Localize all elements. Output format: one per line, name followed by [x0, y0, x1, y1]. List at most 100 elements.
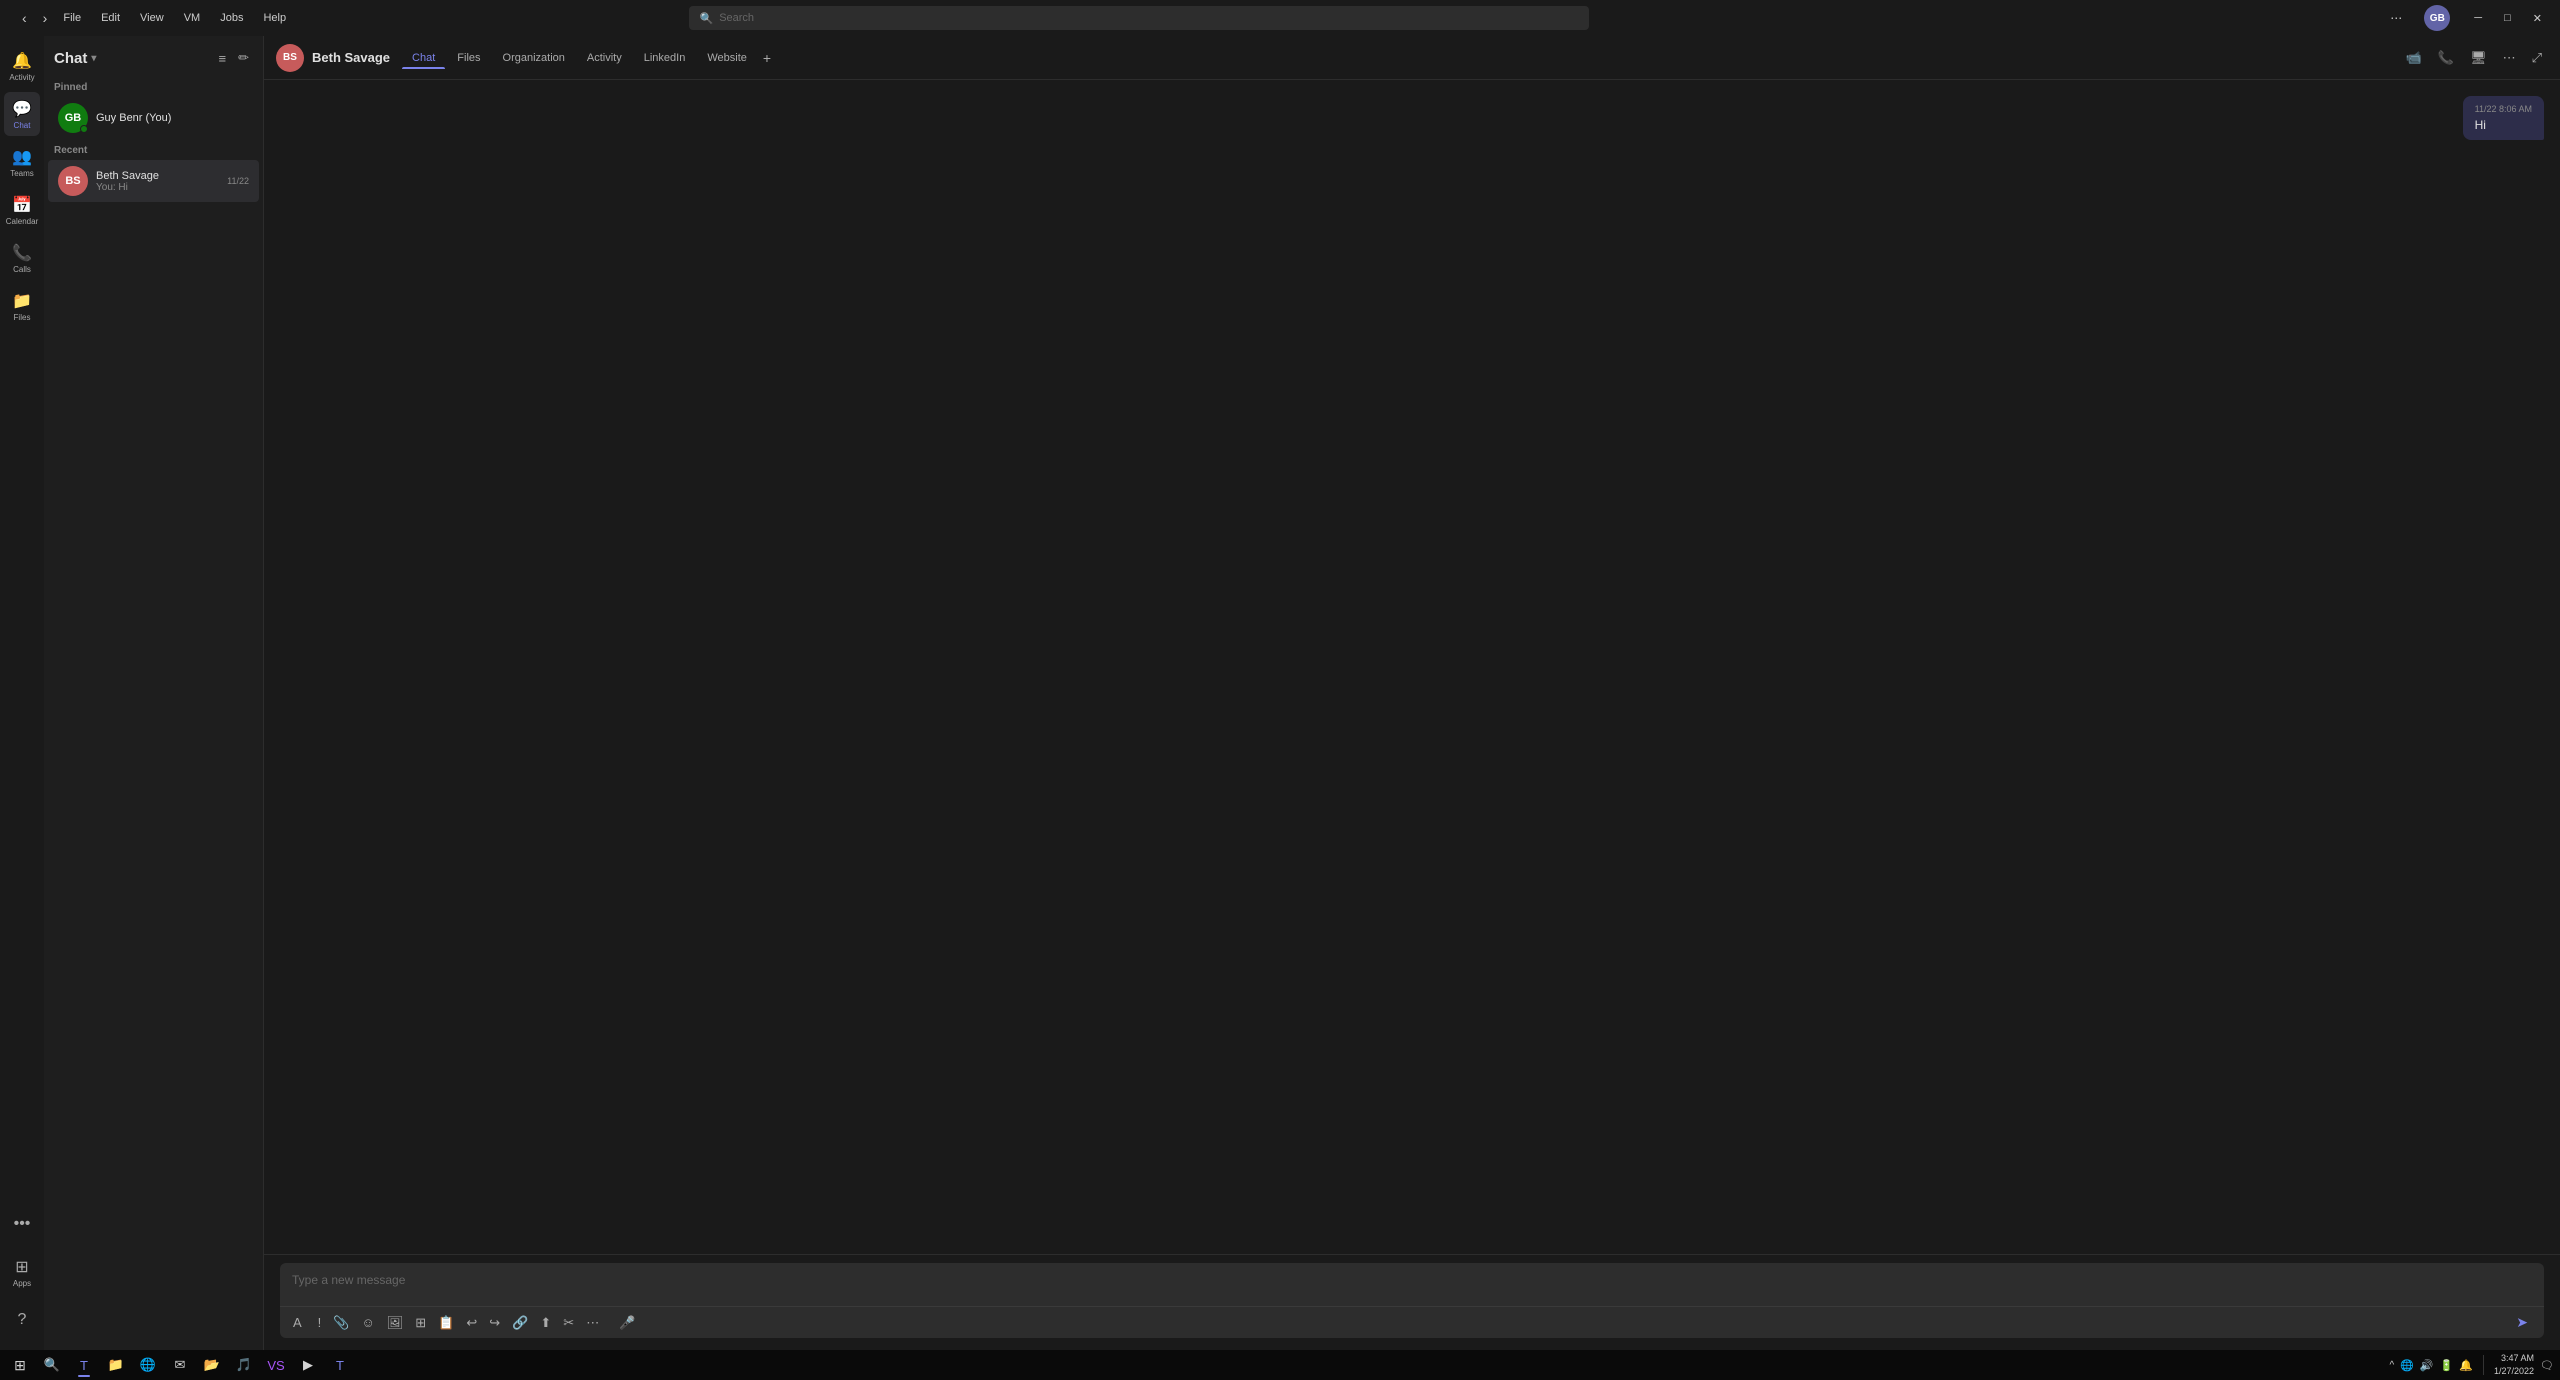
- message-time: 11/22: [227, 176, 249, 186]
- back-button[interactable]: ‹: [16, 8, 33, 28]
- minimize-button[interactable]: ─: [2464, 10, 2492, 27]
- sidebar-item-chat[interactable]: 💬 Chat: [4, 92, 40, 136]
- compose-button[interactable]: ✏: [234, 48, 253, 68]
- loop-button[interactable]: ↩: [461, 1312, 482, 1334]
- compose-box: A ! 📎 ☺ 🖼 ⊞ 📋 ↩ ↪ 🔗 ⬆ ✂ ⋯ 🎤 ➤: [280, 1263, 2544, 1338]
- recent-section-header[interactable]: Recent: [44, 139, 263, 160]
- taskbar-media[interactable]: 🎵: [230, 1353, 258, 1377]
- message-area[interactable]: 11/22 8:06 AM Hi ✓: [264, 80, 2560, 1254]
- giphy-button[interactable]: 🖼: [382, 1312, 409, 1334]
- taskbar-search[interactable]: 🔍: [38, 1353, 66, 1377]
- edge-icon: 🌐: [140, 1357, 156, 1373]
- praise-button[interactable]: ↪: [484, 1312, 505, 1334]
- tab-files[interactable]: Files: [447, 48, 490, 68]
- calendar-icon: 📅: [12, 195, 32, 215]
- files-icon: 📁: [12, 291, 32, 311]
- add-tab-button[interactable]: +: [759, 48, 775, 68]
- volume-icon[interactable]: 🔊: [2420, 1359, 2434, 1372]
- sidebar-item-activity[interactable]: 🔔 Activity: [4, 44, 40, 88]
- taskbar-teams2[interactable]: T: [326, 1353, 354, 1377]
- start-button[interactable]: ⊞: [6, 1353, 34, 1377]
- message-text: Hi: [2475, 118, 2532, 132]
- share-button[interactable]: ⬆: [535, 1312, 556, 1334]
- format-button[interactable]: A: [288, 1312, 307, 1333]
- more-tools-button[interactable]: ⋯: [581, 1312, 604, 1334]
- status-indicator: [80, 125, 88, 133]
- maximize-button[interactable]: □: [2494, 10, 2521, 27]
- link-button[interactable]: 🔗: [507, 1312, 533, 1334]
- schedule-button[interactable]: 📋: [433, 1312, 459, 1334]
- sidebar-item-calendar[interactable]: 📅 Calendar: [4, 188, 40, 232]
- taskbar-teams[interactable]: T: [70, 1353, 98, 1377]
- taskbar-files2[interactable]: 📂: [198, 1353, 226, 1377]
- activity-icon: 🔔: [12, 51, 32, 71]
- teams-icon: 👥: [12, 147, 32, 167]
- window-controls: ─ □ ✕: [2464, 10, 2552, 27]
- contact-avatar: BS: [276, 44, 304, 72]
- forward-button[interactable]: ›: [37, 8, 54, 28]
- tab-linkedin[interactable]: LinkedIn: [634, 48, 696, 68]
- tab-chat[interactable]: Chat: [402, 48, 445, 68]
- more-button[interactable]: ⋯: [2497, 46, 2522, 70]
- vs-icon: VS: [267, 1358, 284, 1373]
- systray: ^ 🌐 🔊 🔋 🔔 3:47 AM 1/27/2022 🗨: [2389, 1352, 2554, 1377]
- profile-area[interactable]: GB: [2424, 5, 2450, 31]
- sidebar-item-help[interactable]: ?: [4, 1298, 40, 1342]
- title-bar: ‹ › File Edit View VM Jobs Help 🔍 Search…: [0, 0, 2560, 36]
- contact-name: Beth Savage: [96, 170, 219, 182]
- sidebar-item-files[interactable]: 📁 Files: [4, 284, 40, 328]
- emoji-button[interactable]: ☺: [356, 1312, 379, 1333]
- taskbar-clock[interactable]: 3:47 AM 1/27/2022: [2494, 1352, 2534, 1377]
- systray-chevron[interactable]: ^: [2389, 1360, 2394, 1371]
- sidebar-item-more[interactable]: •••: [4, 1202, 40, 1246]
- calendar-label: Calendar: [6, 217, 38, 226]
- menu-view[interactable]: View: [136, 10, 168, 26]
- sidebar-item-calls[interactable]: 📞 Calls: [4, 236, 40, 280]
- chat-header-tabs: Chat Files Organization Activity LinkedI…: [402, 48, 775, 68]
- windows-icon: ⊞: [14, 1357, 26, 1374]
- send-button[interactable]: ➤: [2508, 1311, 2536, 1334]
- pinned-section-header[interactable]: Pinned: [44, 76, 263, 97]
- taskbar-edge[interactable]: 🌐: [134, 1353, 162, 1377]
- audio-call-button[interactable]: 📞: [2432, 46, 2460, 70]
- taskbar-vs[interactable]: VS: [262, 1353, 290, 1377]
- taskbar-mail[interactable]: ✉: [166, 1353, 194, 1377]
- menu-vm[interactable]: VM: [180, 10, 205, 26]
- search-bar[interactable]: 🔍 Search: [689, 6, 1589, 30]
- chat-main: BS Beth Savage Chat Files Organization A…: [264, 36, 2560, 1350]
- video-call-button[interactable]: 📹: [2400, 46, 2428, 70]
- list-item[interactable]: GB Guy Benr (You): [48, 97, 259, 139]
- popout-button[interactable]: ⤢: [2526, 46, 2548, 70]
- menu-edit[interactable]: Edit: [97, 10, 124, 26]
- cut-button[interactable]: ✂: [558, 1312, 579, 1334]
- filter-button[interactable]: ≡: [215, 48, 231, 68]
- tab-activity[interactable]: Activity: [577, 48, 632, 68]
- menu-help[interactable]: Help: [259, 10, 290, 26]
- chat-title-chevron[interactable]: ▾: [91, 53, 96, 64]
- calls-label: Calls: [13, 265, 31, 274]
- menu-file[interactable]: File: [59, 10, 85, 26]
- chat-list-header: Chat ▾ ≡ ✏: [44, 36, 263, 76]
- voice-button[interactable]: 🎤: [614, 1312, 640, 1334]
- screenshare-button[interactable]: 🖥: [2464, 46, 2493, 70]
- sidebar-item-teams[interactable]: 👥 Teams: [4, 140, 40, 184]
- sidebar-item-apps[interactable]: ⊞ Apps: [4, 1250, 40, 1294]
- terminal-icon: ▶: [303, 1357, 313, 1373]
- notification-icon[interactable]: 🔔: [2459, 1359, 2473, 1372]
- tab-website[interactable]: Website: [697, 48, 757, 68]
- taskbar-explorer[interactable]: 📁: [102, 1353, 130, 1377]
- compose-input[interactable]: [280, 1263, 2544, 1303]
- battery-icon[interactable]: 🔋: [2440, 1359, 2454, 1372]
- list-item[interactable]: BS Beth Savage You: Hi 11/22: [48, 160, 259, 202]
- network-icon[interactable]: 🌐: [2400, 1359, 2414, 1372]
- sticker-button[interactable]: ⊞: [410, 1312, 431, 1334]
- close-button[interactable]: ✕: [2523, 10, 2552, 27]
- menu-jobs[interactable]: Jobs: [216, 10, 247, 26]
- notification-center-button[interactable]: 🗨: [2540, 1359, 2554, 1372]
- tab-organization[interactable]: Organization: [493, 48, 575, 68]
- attach-button[interactable]: 📎: [328, 1312, 354, 1334]
- profile-avatar[interactable]: GB: [2424, 5, 2450, 31]
- more-options-button[interactable]: ⋯: [2382, 9, 2410, 27]
- urgent-button[interactable]: !: [313, 1312, 327, 1333]
- taskbar-terminal[interactable]: ▶: [294, 1353, 322, 1377]
